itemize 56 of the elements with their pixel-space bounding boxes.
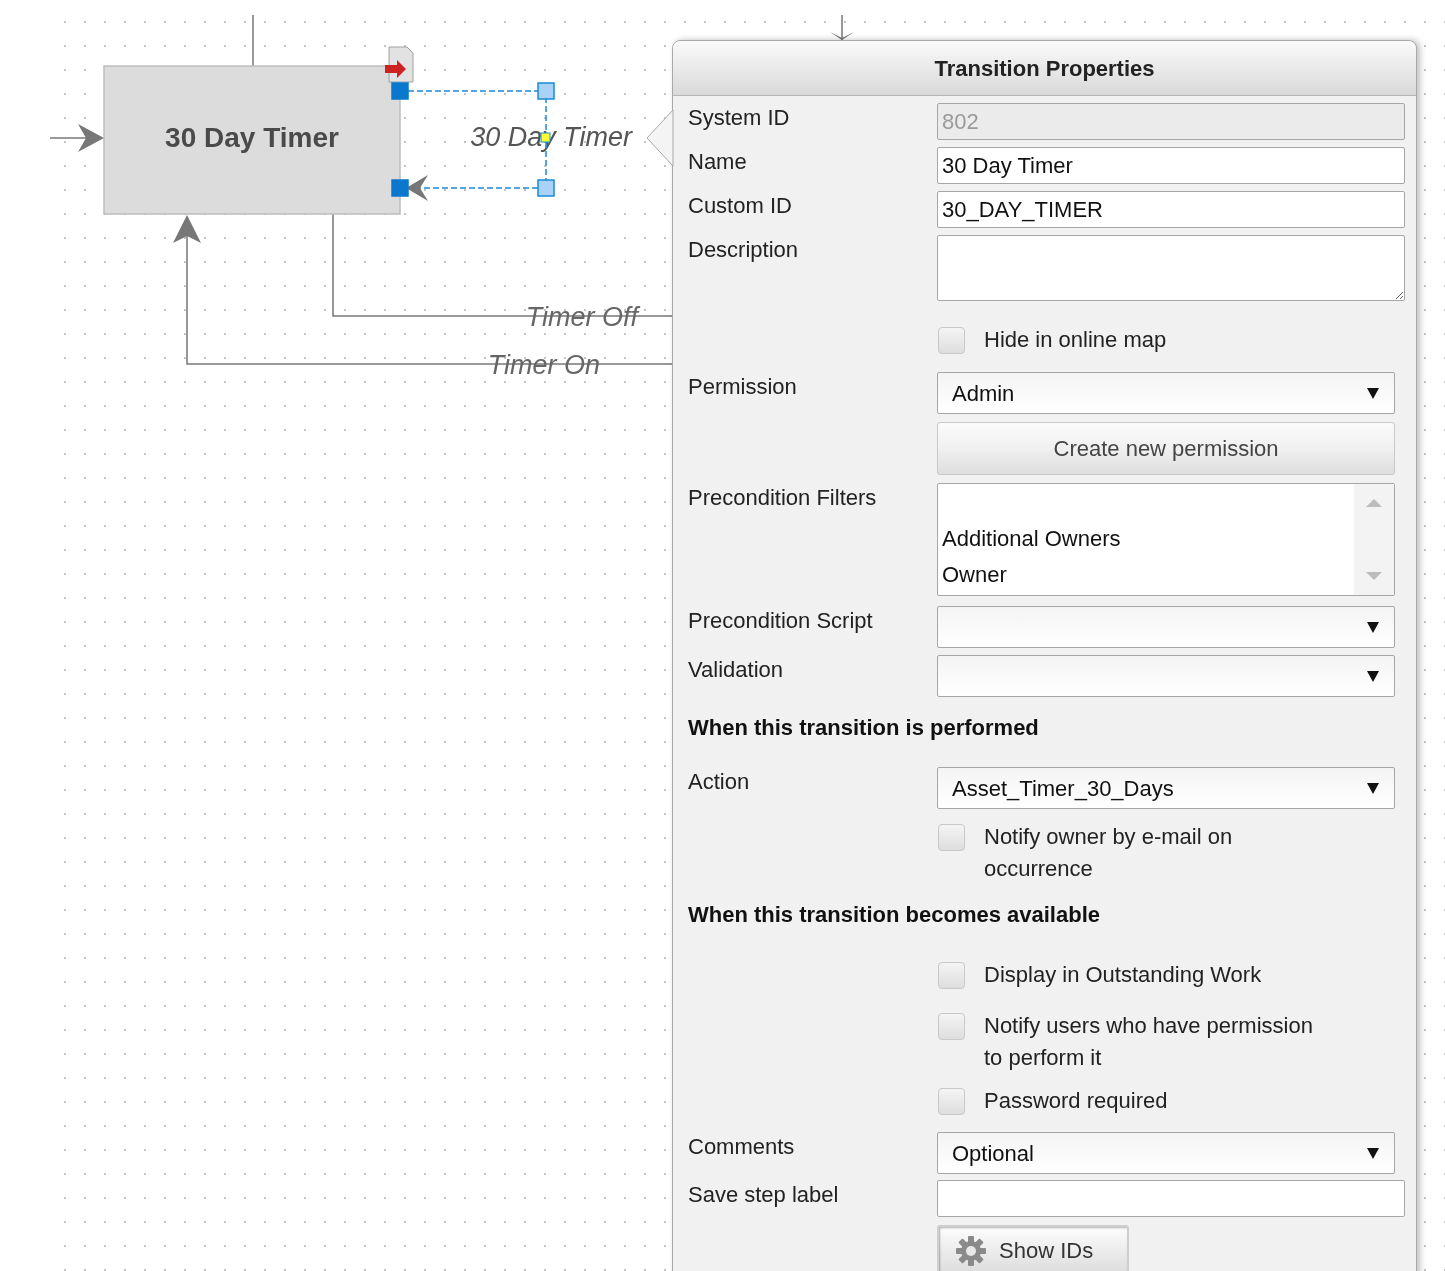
selection-handle[interactable] (391, 82, 409, 100)
dropdown[interactable] (937, 606, 1395, 648)
field-label: Precondition Filters (688, 484, 877, 512)
show-ids-button[interactable]: Show IDs (937, 1225, 1129, 1271)
selection-handle[interactable] (537, 82, 555, 100)
create-permission-button[interactable]: Create new permission (937, 422, 1395, 475)
checkbox[interactable] (938, 1013, 965, 1040)
dropdown-arrow-icon (1366, 669, 1380, 683)
list-option[interactable]: Owner (938, 557, 1354, 593)
checkbox[interactable] (938, 962, 965, 989)
section-heading: When this transition is performed (688, 714, 1039, 742)
selection-handle[interactable] (391, 179, 409, 197)
connector-line (252, 14, 254, 67)
field-label: Permission (688, 373, 797, 401)
dropdown[interactable]: Optional (937, 1132, 1395, 1174)
dropdown-arrow-icon (1366, 1146, 1380, 1160)
checkbox-label: Notify owner by e-mail on occurrence (984, 823, 1234, 883)
dropdown[interactable]: Asset_Timer_30_Days (937, 767, 1395, 809)
text-field[interactable]: 30_DAY_TIMER (937, 191, 1405, 228)
dropdown[interactable]: Admin (937, 372, 1395, 414)
field-label: Name (688, 148, 747, 176)
checkbox-label: Password required (984, 1087, 1169, 1115)
field-label: Action (688, 768, 750, 796)
list-option[interactable]: Additional Owners (938, 521, 1354, 557)
checkbox-label: Notify users who have permission to perform it (984, 1012, 1314, 1072)
scrollbar[interactable] (1354, 484, 1394, 595)
field-label: Validation (688, 656, 783, 684)
field-label: Save step label (688, 1181, 839, 1209)
dropdown-arrow-icon (1366, 620, 1380, 634)
field-label: Comments (688, 1133, 795, 1161)
panel-title: Transition Properties (673, 41, 1416, 96)
selection-handle[interactable] (537, 179, 555, 197)
field-label: Custom ID (688, 192, 792, 220)
checkbox[interactable] (938, 1088, 965, 1115)
dropdown[interactable] (937, 655, 1395, 697)
field-label: Description (688, 236, 799, 264)
checkbox-label: Display in Outstanding Work (984, 961, 1263, 989)
text-field[interactable]: 30 Day Timer (937, 147, 1405, 184)
description-field[interactable] (937, 235, 1405, 301)
listbox[interactable]: Additional Owners Owner (937, 483, 1395, 596)
text-field[interactable] (937, 1180, 1405, 1217)
checkbox-label: Hide in online map (984, 326, 1168, 354)
gear-icon (955, 1234, 987, 1267)
scroll-up-icon[interactable] (1366, 498, 1382, 508)
dropdown-arrow-icon (1366, 781, 1380, 795)
dropdown-arrow-icon (1366, 386, 1380, 400)
node-label: 30 Day Timer (165, 122, 339, 153)
section-heading: When this transition becomes available (688, 901, 1100, 929)
arrow (830, 14, 854, 41)
field-label: System ID (688, 104, 790, 132)
field-label: Precondition Script (688, 607, 873, 635)
checkbox[interactable] (938, 824, 965, 851)
scroll-down-icon[interactable] (1366, 571, 1382, 581)
checkbox[interactable] (938, 327, 965, 354)
arrow (49, 124, 104, 152)
state-node[interactable] (103, 65, 401, 215)
